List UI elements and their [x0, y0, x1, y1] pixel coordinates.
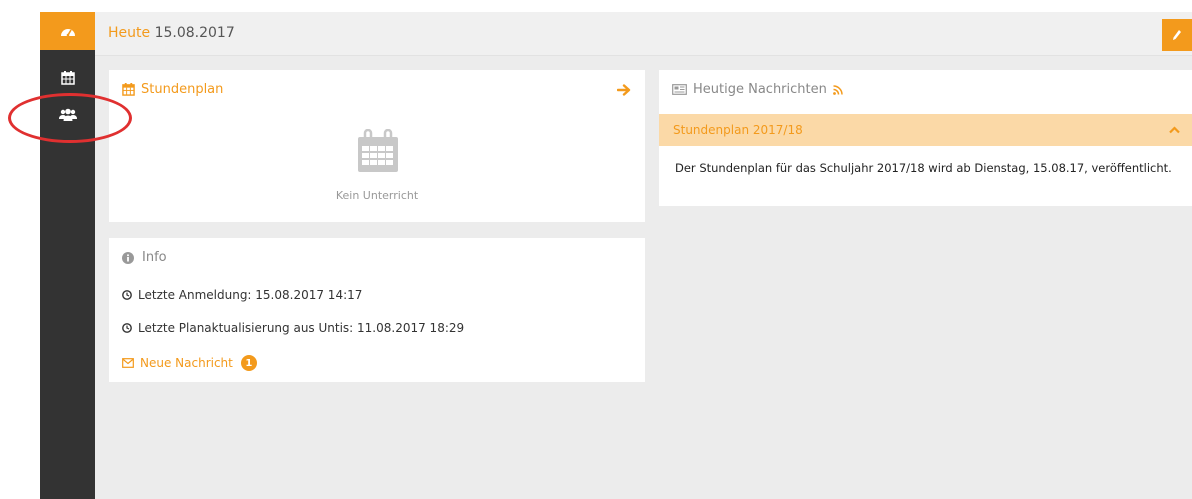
info-header: Info: [122, 250, 167, 265]
sidebar-item-calendar[interactable]: [40, 59, 95, 97]
header-bar: Heute 15.08.2017: [95, 12, 1192, 56]
edit-button[interactable]: [1162, 19, 1192, 51]
arrow-right-icon: [616, 84, 631, 96]
sidebar: [40, 12, 95, 499]
new-message-label: Neue Nachricht: [140, 356, 233, 370]
envelope-icon: [122, 358, 134, 368]
news-card: Heutige Nachrichten Stundenplan 2017/18 …: [659, 70, 1192, 206]
news-item-text: Der Stundenplan für das Schuljahr 2017/1…: [675, 161, 1172, 175]
info-icon: [122, 251, 134, 264]
news-item-title: Stundenplan 2017/18: [673, 123, 803, 137]
info-title: Info: [142, 250, 167, 265]
no-lessons-text: Kein Unterricht: [335, 189, 419, 202]
last-update-row: Letzte Planaktualisierung aus Untis: 11.…: [122, 321, 464, 335]
current-date: 15.08.2017: [154, 25, 235, 41]
last-login-row: Letzte Anmeldung: 15.08.2017 14:17: [122, 288, 362, 302]
timetable-header: Stundenplan: [122, 82, 223, 97]
page-title: Heute 15.08.2017: [108, 25, 235, 41]
dashboard-icon: [60, 29, 75, 37]
sidebar-item-dashboard[interactable]: [40, 12, 95, 50]
last-login-text: Letzte Anmeldung: 15.08.2017 14:17: [138, 288, 363, 302]
rss-icon[interactable]: [832, 84, 843, 95]
chevron-up-icon[interactable]: [1169, 126, 1180, 134]
calendar-icon: [122, 83, 135, 96]
news-title: Heutige Nachrichten: [693, 82, 827, 97]
app-window: Heute 15.08.2017 Stundenplan Kein Unterr…: [40, 12, 1192, 499]
news-header: Heutige Nachrichten: [672, 82, 843, 97]
new-message-link[interactable]: Neue Nachricht 1: [122, 355, 257, 371]
pencil-icon: [1173, 30, 1181, 40]
highlight-ellipse: [8, 93, 132, 143]
timetable-card: Stundenplan Kein Unterricht: [109, 70, 645, 222]
timetable-open-button[interactable]: [616, 81, 631, 100]
new-message-count-badge: 1: [240, 355, 257, 371]
last-update-text: Letzte Planaktualisierung aus Untis: 11.…: [138, 321, 465, 335]
timetable-title: Stundenplan: [141, 82, 224, 97]
empty-calendar-icon: [358, 129, 398, 172]
calendar-icon: [60, 71, 75, 85]
news-item-header[interactable]: Stundenplan 2017/18: [659, 114, 1192, 146]
clock-icon: [122, 323, 132, 333]
info-card: Info Letzte Anmeldung: 15.08.2017 14:17 …: [109, 238, 645, 382]
today-label: Heute: [108, 25, 151, 41]
clock-icon: [122, 290, 132, 300]
newspaper-icon: [672, 84, 687, 95]
